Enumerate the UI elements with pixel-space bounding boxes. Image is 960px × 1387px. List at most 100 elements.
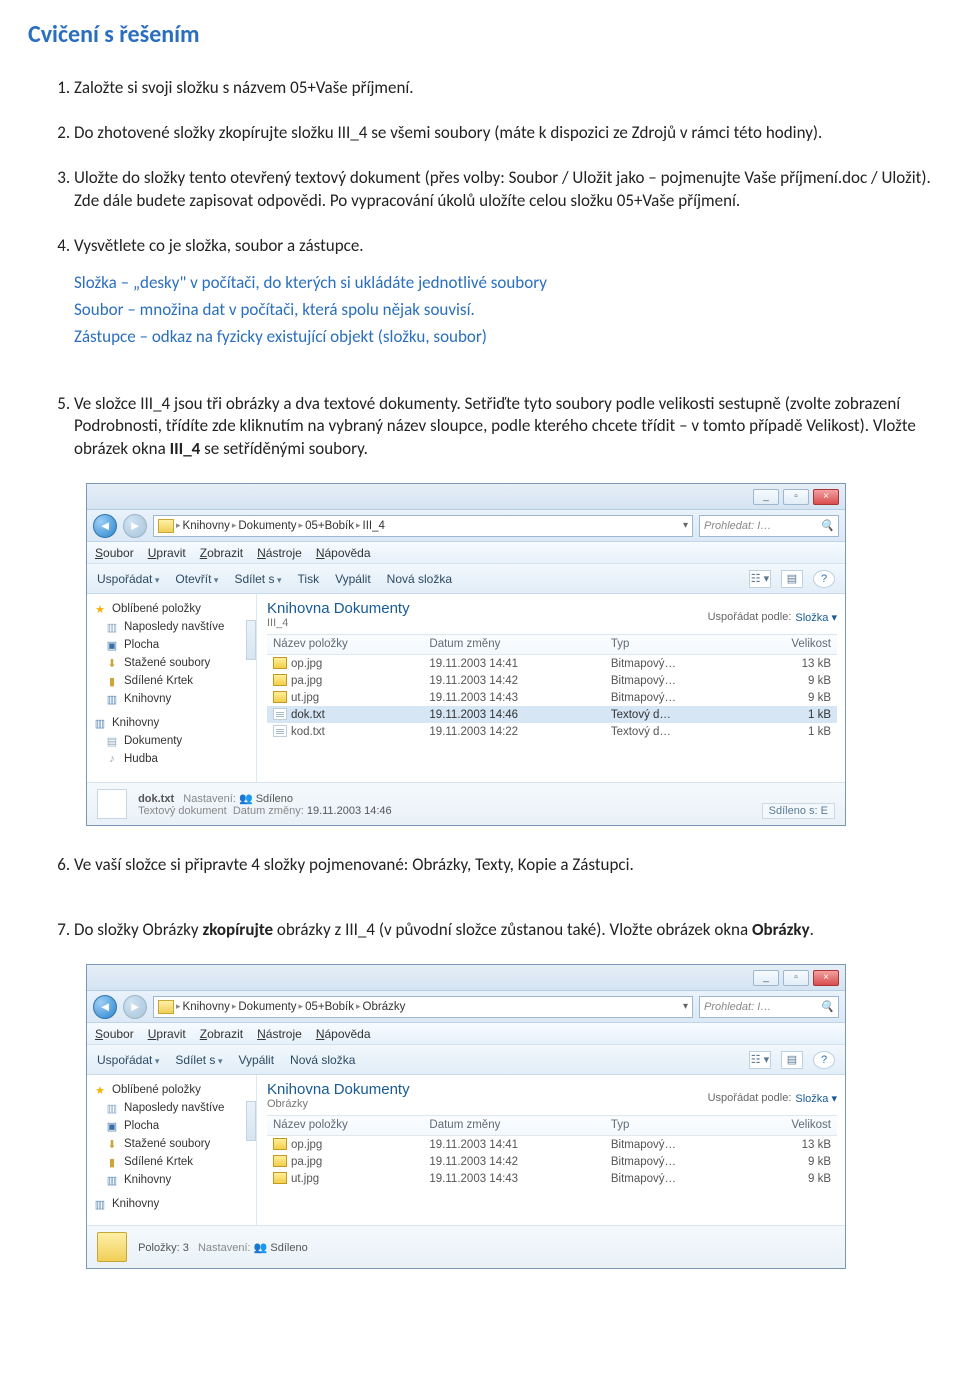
nav-libraries[interactable]: ▥Knihovny xyxy=(91,1171,252,1189)
image-icon xyxy=(273,657,287,669)
answer-4a: Složka – „desky" v počítači, do kterých … xyxy=(74,272,932,295)
crumb[interactable]: 05+Bobík xyxy=(305,520,354,532)
chevron-right-icon: ▸ xyxy=(232,520,237,531)
preview-pane-button[interactable]: ▤ xyxy=(781,570,803,588)
menu-item[interactable]: Nápověda xyxy=(316,546,371,560)
close-button[interactable]: × xyxy=(813,970,839,986)
menu-item[interactable]: Soubor xyxy=(95,546,134,560)
explorer-window-2: _ ▫ × ◄ ► ▸ Knihovny ▸ Dokumenty ▸ 05+Bo… xyxy=(86,964,846,1269)
nav-libraries-root[interactable]: ▥Knihovny xyxy=(91,1195,252,1213)
menu-item[interactable]: Upravit xyxy=(148,546,186,560)
chevron-down-icon[interactable]: ▾ xyxy=(683,520,688,531)
star-icon: ★ xyxy=(93,602,107,616)
share-button[interactable]: Sdílet s xyxy=(234,572,281,586)
menu-item[interactable]: Zobrazit xyxy=(200,546,243,560)
scrollbar[interactable] xyxy=(246,620,256,660)
nav-libraries-root[interactable]: ▥Knihovny xyxy=(91,714,252,732)
search-input[interactable]: Prohledat: I… 🔍 xyxy=(699,996,839,1018)
burn-button[interactable]: Vypálit xyxy=(335,572,371,586)
scrollbar[interactable] xyxy=(246,1101,256,1141)
print-button[interactable]: Tisk xyxy=(298,572,320,586)
nav-favorites[interactable]: ★Oblíbené položky xyxy=(91,600,252,618)
nav-shared[interactable]: ▮Sdílené Krtek xyxy=(91,1153,252,1171)
close-button[interactable]: × xyxy=(813,489,839,505)
maximize-button[interactable]: ▫ xyxy=(783,489,809,505)
table-row[interactable]: pa.jpg19.11.2003 14:42Bitmapový…9 kB xyxy=(267,1153,837,1170)
table-row[interactable]: ut.jpg19.11.2003 14:43Bitmapový…9 kB xyxy=(267,1170,837,1187)
help-button[interactable]: ? xyxy=(813,570,835,588)
table-row[interactable]: op.jpg19.11.2003 14:41Bitmapový…13 kB xyxy=(267,655,837,673)
menu-item[interactable]: Zobrazit xyxy=(200,1027,243,1041)
open-button[interactable]: Otevřít xyxy=(175,572,218,586)
nav-favorites[interactable]: ★Oblíbené položky xyxy=(91,1081,252,1099)
table-row[interactable]: ut.jpg19.11.2003 14:43Bitmapový…9 kB xyxy=(267,689,837,706)
col-date[interactable]: Datum změny xyxy=(423,635,604,655)
folder-icon xyxy=(158,519,174,533)
nav-desktop[interactable]: ▣Plocha xyxy=(91,636,252,654)
task-7-d: Obrázky xyxy=(752,919,810,940)
minimize-button[interactable]: _ xyxy=(753,489,779,505)
help-button[interactable]: ? xyxy=(813,1051,835,1069)
chevron-down-icon[interactable]: ▾ xyxy=(683,1001,688,1012)
nav-shared[interactable]: ▮Sdílené Krtek xyxy=(91,672,252,690)
menu-item[interactable]: Nápověda xyxy=(316,1027,371,1041)
col-date[interactable]: Datum změny xyxy=(423,1116,604,1136)
organize-button[interactable]: Uspořádat xyxy=(97,1053,159,1067)
col-type[interactable]: Typ xyxy=(605,1116,744,1136)
crumb[interactable]: III_4 xyxy=(363,520,385,532)
nav-documents[interactable]: ▤Dokumenty xyxy=(91,732,252,750)
share-button[interactable]: Sdílet s xyxy=(175,1053,222,1067)
content-pane: Knihovna Dokumenty III_4 Uspořádat podle… xyxy=(257,594,845,782)
new-folder-button[interactable]: Nová složka xyxy=(387,572,452,586)
new-folder-button[interactable]: Nová složka xyxy=(290,1053,355,1067)
crumb[interactable]: 05+Bobík xyxy=(305,1001,354,1013)
nav-music[interactable]: ♪Hudba xyxy=(91,750,252,768)
toolbar: Uspořádat Sdílet s Vypálit Nová složka ☷… xyxy=(87,1045,845,1075)
table-row-selected[interactable]: dok.txt19.11.2003 14:46Textový d…1 kB xyxy=(267,706,837,723)
organize-button[interactable]: Uspořádat xyxy=(97,572,159,586)
col-name[interactable]: Název položky xyxy=(267,635,423,655)
preview-pane-button[interactable]: ▤ xyxy=(781,1051,803,1069)
arrange-value[interactable]: Složka ▾ xyxy=(795,1092,837,1105)
crumb[interactable]: Knihovny xyxy=(183,1001,230,1013)
details-set-label: Nastavení: xyxy=(198,1242,251,1254)
recent-icon: ▥ xyxy=(105,620,119,634)
view-options-button[interactable]: ☷ ▾ xyxy=(749,1051,771,1069)
table-row[interactable]: kod.txt19.11.2003 14:22Textový d…1 kB xyxy=(267,723,837,740)
col-type[interactable]: Typ xyxy=(605,635,744,655)
breadcrumb[interactable]: ▸ Knihovny ▸ Dokumenty ▸ 05+Bobík ▸ III_… xyxy=(153,515,693,537)
menu-item[interactable]: Upravit xyxy=(148,1027,186,1041)
crumb[interactable]: Obrázky xyxy=(363,1001,406,1013)
view-options-button[interactable]: ☷ ▾ xyxy=(749,570,771,588)
maximize-button[interactable]: ▫ xyxy=(783,970,809,986)
arrange-value[interactable]: Složka ▾ xyxy=(795,611,837,624)
col-size[interactable]: Velikost xyxy=(744,635,837,655)
back-button[interactable]: ◄ xyxy=(93,995,117,1019)
minimize-button[interactable]: _ xyxy=(753,970,779,986)
menu-item[interactable]: Nástroje xyxy=(257,546,302,560)
nav-recent[interactable]: ▥Naposledy navštíve xyxy=(91,1099,252,1117)
answer-4b: Soubor – množina dat v počítači, která s… xyxy=(74,299,932,322)
search-input[interactable]: Prohledat: I… 🔍 xyxy=(699,515,839,537)
table-row[interactable]: pa.jpg19.11.2003 14:42Bitmapový…9 kB xyxy=(267,672,837,689)
menu-item[interactable]: Soubor xyxy=(95,1027,134,1041)
back-button[interactable]: ◄ xyxy=(93,514,117,538)
crumb[interactable]: Knihovny xyxy=(183,520,230,532)
menu-item[interactable]: Nástroje xyxy=(257,1027,302,1041)
burn-button[interactable]: Vypálit xyxy=(238,1053,274,1067)
col-name[interactable]: Název položky xyxy=(267,1116,423,1136)
breadcrumb[interactable]: ▸ Knihovny ▸ Dokumenty ▸ 05+Bobík ▸ Obrá… xyxy=(153,996,693,1018)
table-row[interactable]: op.jpg19.11.2003 14:41Bitmapový…13 kB xyxy=(267,1136,837,1154)
forward-button[interactable]: ► xyxy=(123,514,147,538)
nav-desktop[interactable]: ▣Plocha xyxy=(91,1117,252,1135)
nav-downloads[interactable]: ⬇Stažené soubory xyxy=(91,1135,252,1153)
nav-libraries[interactable]: ▥Knihovny xyxy=(91,690,252,708)
nav-recent[interactable]: ▥Naposledy navštíve xyxy=(91,618,252,636)
task-3: Uložte do složky tento otevřený textový … xyxy=(74,167,932,213)
forward-button[interactable]: ► xyxy=(123,995,147,1019)
nav-downloads[interactable]: ⬇Stažené soubory xyxy=(91,654,252,672)
address-bar: ◄ ► ▸ Knihovny ▸ Dokumenty ▸ 05+Bobík ▸ … xyxy=(87,991,845,1023)
crumb[interactable]: Dokumenty xyxy=(238,1001,296,1013)
crumb[interactable]: Dokumenty xyxy=(238,520,296,532)
col-size[interactable]: Velikost xyxy=(744,1116,837,1136)
